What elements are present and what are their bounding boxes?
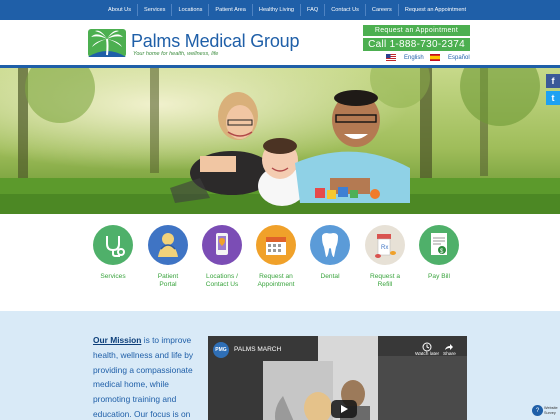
us-flag-icon <box>386 54 396 61</box>
twitter-icon[interactable]: t <box>546 91 560 105</box>
nav-locations[interactable]: Locations <box>172 7 208 13</box>
nav-contact-us[interactable]: Contact Us <box>325 7 365 13</box>
stethoscope-icon <box>93 225 133 265</box>
nav-request-appointment[interactable]: Request an Appointment <box>399 7 472 13</box>
hero-image <box>0 68 560 214</box>
service-label: Services <box>100 273 126 280</box>
site-header: Palms Medical Group Your home for health… <box>0 20 560 68</box>
service-label: Locations / Contact Us <box>205 273 239 288</box>
facebook-icon[interactable]: f <box>546 74 560 88</box>
share-button[interactable]: Share <box>443 342 456 357</box>
logo-title[interactable]: Palms Medical Group <box>131 31 299 52</box>
language-spanish-label: Español <box>448 54 470 61</box>
mission-section: Our Mission is to improve health, wellne… <box>0 311 560 420</box>
website-survey-badge[interactable]: ? Website Survey <box>532 405 558 416</box>
share-label: Share <box>443 352 456 357</box>
service-label: Patient Portal <box>157 273 179 288</box>
language-english-label: English <box>404 54 424 61</box>
play-button[interactable] <box>331 400 357 418</box>
language-spanish[interactable]: Español <box>430 54 470 61</box>
service-link-services[interactable]: Services <box>83 225 143 281</box>
survey-label-line2: Survey <box>544 410 556 415</box>
bill-icon: $ <box>419 225 459 265</box>
service-label: Dental <box>320 273 340 280</box>
svg-text:Rx: Rx <box>381 245 388 251</box>
our-mission-link[interactable]: Our Mission <box>93 335 141 345</box>
tooth-icon <box>310 225 350 265</box>
service-link-locations-contact[interactable]: Locations / Contact Us <box>192 225 252 289</box>
nav-faq[interactable]: FAQ <box>301 7 324 13</box>
youtube-video-embed[interactable]: PMG PALMS MARCH Watch later Share <box>208 336 467 420</box>
nav-about-us[interactable]: About Us <box>102 7 137 13</box>
share-arrow-icon <box>445 344 454 350</box>
nav-services[interactable]: Services <box>138 7 171 13</box>
watch-later-label: Watch later <box>415 352 440 357</box>
survey-label-line1: Website <box>544 406 558 411</box>
calendar-icon <box>256 225 296 265</box>
hero-family-photo: f t <box>0 68 560 214</box>
clock-icon <box>422 342 432 352</box>
service-label: Pay Bill <box>428 273 450 280</box>
play-icon <box>341 405 348 413</box>
spain-flag-icon <box>430 54 440 61</box>
call-phone-button[interactable]: Call 1-888-730-2374 <box>363 38 470 51</box>
request-appointment-button[interactable]: Request an Appointment <box>363 25 470 36</box>
service-link-patient-portal[interactable]: Patient Portal <box>138 225 198 289</box>
patient-portal-icon <box>148 225 188 265</box>
service-link-pay-bill[interactable]: $ Pay Bill <box>409 225 469 281</box>
logo-tagline: Your home for health, wellness, life <box>133 51 219 57</box>
service-link-dental[interactable]: Dental <box>300 225 360 281</box>
nav-careers[interactable]: Careers <box>366 7 398 13</box>
service-label: Request a Refill <box>369 273 401 288</box>
prescription-bottle-icon: Rx <box>365 225 405 265</box>
mission-text: is to improve health, wellness and life … <box>93 335 194 419</box>
service-label: Request an Appointment <box>257 273 295 288</box>
language-english[interactable]: English <box>386 54 424 61</box>
service-link-request-refill[interactable]: Rx Request a Refill <box>355 225 415 289</box>
nav-healthy-living[interactable]: Healthy Living <box>253 7 300 13</box>
phone-location-icon <box>202 225 242 265</box>
top-nav: About Us Services Locations Patient Area… <box>0 0 560 20</box>
services-icon-row: Services Patient Portal Locations / Cont… <box>0 214 560 311</box>
survey-icon: ? <box>532 405 543 416</box>
mission-text-block: Our Mission is to improve health, wellne… <box>93 333 199 420</box>
survey-label: Website Survey <box>544 406 558 415</box>
watch-later-button[interactable]: Watch later <box>415 342 439 357</box>
palm-tree-logo-icon[interactable] <box>87 27 127 59</box>
nav-patient-area[interactable]: Patient Area <box>209 7 251 13</box>
video-title[interactable]: PALMS MARCH <box>234 346 281 353</box>
channel-avatar[interactable]: PMG <box>213 342 229 358</box>
service-link-request-appointment[interactable]: Request an Appointment <box>246 225 306 289</box>
top-nav-links: About Us Services Locations Patient Area… <box>102 0 472 20</box>
